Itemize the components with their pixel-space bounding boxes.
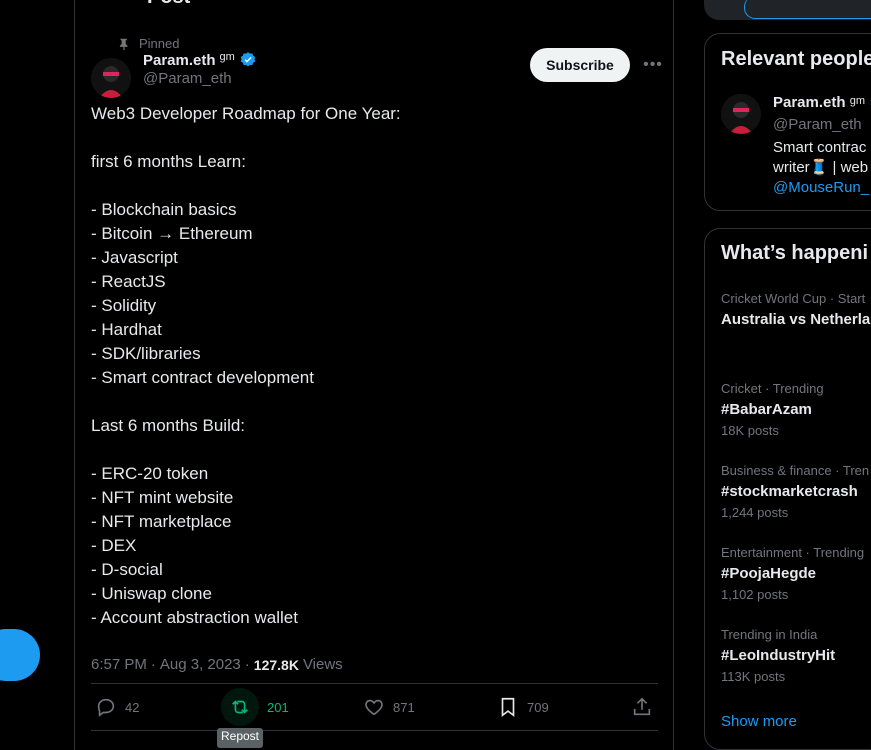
trend-item[interactable]: Trending in India #LeoIndustryHit 113K p… (721, 627, 835, 685)
post-line: - Solidity (91, 296, 157, 315)
post-line: - Account abstraction wallet (91, 608, 298, 627)
trend-context: Business & finance · Tren (721, 463, 870, 478)
whats-happening-card: What’s happeni Cricket World Cup · Start… (704, 228, 871, 750)
back-arrow-icon[interactable]: ← (93, 0, 111, 5)
post-line: - SDK/libraries (91, 344, 201, 363)
reply-count: 42 (125, 699, 140, 715)
trend-name: #stockmarketcrash (721, 483, 858, 500)
author-name-text[interactable]: Param.eth (143, 52, 216, 69)
bookmark-icon (501, 697, 515, 717)
pinned-label: Pinned (139, 36, 180, 51)
author-handle[interactable]: @Param_eth (143, 70, 232, 87)
relevant-person-avatar[interactable] (721, 94, 761, 134)
trend-item[interactable]: Cricket World Cup · Start Australia vs N… (721, 291, 871, 330)
action-bar: 42 201 871 709 (91, 687, 658, 727)
pinned-indicator: Pinned (117, 36, 179, 51)
views-count: 127.8K (253, 656, 299, 673)
trend-context: Entertainment · Trending (721, 545, 865, 560)
trend-item[interactable]: Cricket · Trending #BabarAzam 18K posts (721, 381, 824, 439)
trend-name: #LeoIndustryHit (721, 647, 836, 664)
post-line (91, 438, 651, 462)
post-date[interactable]: Aug 3, 2023 (160, 656, 241, 673)
like-button[interactable]: 871 (363, 687, 415, 727)
post-line: - NFT marketplace (91, 512, 232, 531)
post-column: ← Post Pinned Param.eth gm @Param_eth Su… (74, 0, 674, 750)
trend-name: #BabarAzam (721, 401, 812, 418)
post-line: - D-social (91, 560, 163, 579)
bookmark-count: 709 (527, 699, 549, 715)
trend-item[interactable]: Business & finance · Tren #stockmarketcr… (721, 463, 869, 521)
post-time[interactable]: 6:57 PM (91, 656, 147, 673)
trend-count: 1,244 posts (721, 505, 789, 520)
whats-happening-title: What’s happeni (721, 242, 869, 264)
post-text: Web3 Developer Roadmap for One Year: fir… (91, 102, 651, 630)
repost-icon (232, 700, 248, 714)
like-count: 871 (393, 699, 415, 715)
post-line (91, 390, 651, 414)
post-line: - Bitcoin → Ethereum (91, 224, 253, 243)
trend-count: 113K posts (721, 669, 786, 684)
compose-post-button[interactable] (0, 629, 40, 681)
search-bar[interactable] (704, 0, 871, 20)
post-line: - ReactJS (91, 272, 166, 291)
subscribe-button[interactable]: Subscribe (530, 48, 630, 82)
repost-hover (221, 688, 259, 726)
relevant-person-name[interactable]: Param.eth gm (773, 94, 871, 111)
repost-button[interactable]: 201 (221, 687, 289, 727)
trend-context: Cricket · Trending (721, 381, 824, 396)
post-line: Last 6 months Build: (91, 416, 246, 435)
divider (91, 730, 658, 731)
show-more-link[interactable]: Show more (721, 713, 797, 730)
relevant-person-handle[interactable]: @Param_eth (773, 116, 862, 133)
more-options-icon[interactable]: ••• (638, 50, 668, 80)
reply-icon (97, 698, 115, 717)
repost-tooltip: Repost (217, 728, 263, 748)
post-line: - NFT mint website (91, 488, 234, 507)
divider (91, 683, 658, 684)
search-input[interactable] (744, 0, 871, 19)
post-line: - ERC-20 token (91, 464, 209, 483)
trend-context: Cricket World Cup · Start (721, 291, 866, 306)
relevant-people-title: Relevant people (721, 48, 871, 70)
post-line: Web3 Developer Roadmap for One Year: (91, 104, 401, 123)
author-avatar[interactable] (91, 58, 131, 98)
share-button[interactable] (631, 687, 653, 727)
reply-button[interactable]: 42 (95, 687, 139, 727)
trend-name: Australia vs Netherlan (721, 311, 871, 328)
trend-count: 18K posts (721, 423, 779, 438)
relevant-people-card: Relevant people Param.eth gm @Param_eth … (704, 33, 871, 211)
author-badge-text: gm (219, 51, 235, 63)
post-line (91, 174, 651, 198)
bookmark-button[interactable]: 709 (497, 687, 549, 727)
trend-context: Trending in India (721, 627, 818, 642)
trend-item[interactable]: Entertainment · Trending #PoojaHegde 1,1… (721, 545, 864, 603)
heart-icon (365, 699, 383, 716)
post-line: - Hardhat (91, 320, 162, 339)
share-icon (633, 697, 651, 716)
repost-count: 201 (267, 699, 289, 715)
pin-icon (119, 38, 128, 50)
post-line: - Blockchain basics (91, 200, 237, 219)
page-title: Post (147, 0, 190, 9)
post-line: - Uniswap clone (91, 584, 212, 603)
relevant-person-bio: Smart contrac writer🧵 | web @MouseRun_ (773, 139, 870, 198)
post-line: - Javascript (91, 248, 178, 267)
trend-count: 1,102 posts (721, 587, 789, 602)
post-line: - Smart contract development (91, 368, 314, 387)
post-meta: 6:57 PM · Aug 3, 2023 · 127.8K Views (91, 656, 343, 673)
trend-name: #PoojaHegde (721, 565, 817, 582)
views-label: Views (302, 656, 343, 673)
bio-mention-link[interactable]: @MouseRun_ (773, 178, 869, 198)
author-name[interactable]: Param.eth gm (143, 51, 257, 69)
verified-badge-icon (240, 52, 256, 67)
post-line (91, 126, 651, 150)
post-line: - DEX (91, 536, 137, 555)
post-line: first 6 months Learn: (91, 152, 246, 171)
